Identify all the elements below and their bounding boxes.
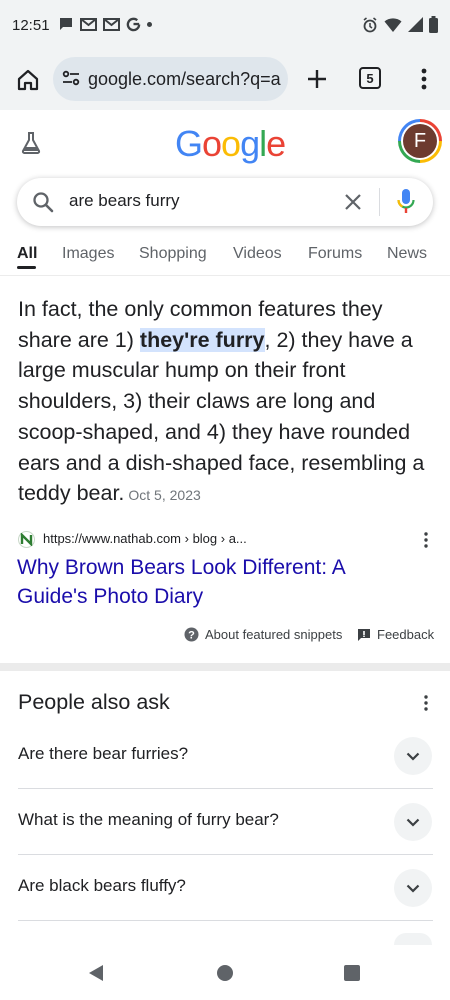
about-label: About featured snippets: [205, 627, 343, 642]
chat-icon: [60, 18, 72, 30]
tab-switcher-button[interactable]: 5: [359, 67, 381, 89]
svg-text:?: ?: [188, 630, 195, 642]
paa-question: What is the meaning of furry bear?: [18, 810, 279, 829]
new-tab-button[interactable]: [300, 62, 334, 96]
more-vert-icon: [424, 532, 428, 548]
logo-letter: o: [202, 123, 222, 164]
help-icon: ?: [184, 627, 199, 642]
home-button[interactable]: [12, 64, 44, 96]
paa-question: Are black bears fluffy?: [18, 876, 186, 895]
dot-icon: [147, 21, 152, 27]
paa-question-row[interactable]: Are there bear furries?: [18, 723, 433, 789]
gmail-icon: [103, 18, 120, 31]
paa-question-row[interactable]: What is the meaning of furry bear?: [18, 789, 433, 855]
logo-letter: g: [240, 123, 260, 164]
avatar-border: F: [401, 122, 439, 160]
nathab-logo-icon: [20, 533, 33, 546]
recents-icon[interactable]: [344, 965, 360, 981]
account-button[interactable]: F: [398, 119, 442, 163]
home-icon: [17, 69, 39, 91]
result-title-link[interactable]: Why Brown Bears Look Different: A Guide'…: [17, 553, 417, 611]
featured-snippet-text: In fact, the only common features they s…: [18, 294, 438, 511]
paa-question: Are there bear furries?: [18, 744, 189, 763]
search-tabs: All Images Shopping Videos Forums News: [0, 236, 450, 276]
notification-icons: [58, 16, 152, 32]
paa-question-row[interactable]: Are black bears fluffy?: [18, 855, 433, 921]
active-tab-indicator: [17, 266, 36, 269]
tab-images[interactable]: Images: [62, 245, 114, 263]
mic-icon: [397, 189, 415, 213]
tab-videos[interactable]: Videos: [233, 245, 282, 263]
battery-icon: [429, 16, 438, 33]
search-box[interactable]: are bears furry: [17, 178, 433, 226]
feedback-label: Feedback: [377, 627, 435, 642]
system-icons: [362, 16, 438, 33]
tab-news[interactable]: News: [387, 245, 427, 263]
snippet-highlight: they're furry: [139, 327, 265, 352]
people-also-ask-title: People also ask: [18, 690, 170, 714]
voice-search-button[interactable]: [393, 188, 419, 216]
status-bar: 12:51: [0, 0, 450, 52]
home-nav-icon[interactable]: [217, 965, 233, 981]
google-logo: Google: [175, 123, 286, 165]
tab-all[interactable]: All: [17, 245, 37, 263]
logo-letter: G: [175, 123, 203, 164]
alarm-icon: [363, 16, 377, 32]
search-divider: [379, 188, 380, 216]
gmail-icon: [80, 18, 97, 31]
tab-shopping[interactable]: Shopping: [139, 245, 207, 263]
system-nav-bar: [0, 946, 450, 1000]
section-divider: [0, 663, 450, 671]
feedback-icon: [358, 628, 370, 641]
status-time: 12:51: [12, 17, 50, 34]
search-icon: [33, 192, 54, 213]
search-labs-button[interactable]: [16, 128, 46, 158]
feedback-link[interactable]: Feedback: [357, 627, 434, 642]
address-bar[interactable]: google.com/search?q=a: [53, 57, 288, 101]
expand-button[interactable]: [394, 869, 432, 907]
about-featured-snippets-link[interactable]: ? About featured snippets: [184, 627, 342, 642]
source-url[interactable]: https://www.nathab.com › blog › a...: [43, 531, 247, 546]
close-icon: [345, 194, 361, 210]
result-more-button[interactable]: [418, 530, 434, 550]
avatar: F: [403, 124, 437, 158]
browser-menu-button[interactable]: [410, 62, 438, 96]
chevron-down-icon: [406, 884, 420, 893]
more-vert-icon: [421, 68, 427, 90]
signal-icon: [408, 17, 423, 32]
search-input[interactable]: are bears furry: [69, 191, 180, 211]
browser-toolbar: google.com/search?q=a 5: [0, 52, 450, 110]
snippet-footer: ? About featured snippets Feedback: [0, 627, 450, 647]
site-favicon: [18, 531, 35, 548]
clear-search-button[interactable]: [341, 190, 365, 214]
next-expand-button-partial: [394, 933, 432, 945]
more-vert-icon: [424, 695, 428, 711]
chevron-down-icon: [406, 752, 420, 761]
expand-button[interactable]: [394, 803, 432, 841]
snippet-text-after: , 2) they have a large muscular hump on …: [18, 327, 425, 506]
logo-letter: o: [221, 123, 241, 164]
logo-letter: e: [266, 123, 286, 164]
tab-forums[interactable]: Forums: [308, 245, 362, 263]
snippet-source[interactable]: https://www.nathab.com › blog › a...: [18, 530, 438, 550]
url-text: google.com/search?q=a: [88, 69, 281, 89]
site-settings-icon[interactable]: [61, 68, 81, 88]
google-icon: [126, 17, 141, 31]
back-icon[interactable]: [88, 964, 104, 982]
plus-icon: [308, 70, 326, 88]
snippet-date: Oct 5, 2023: [128, 487, 201, 504]
expand-button[interactable]: [394, 737, 432, 775]
flask-icon: [21, 132, 41, 154]
chevron-down-icon: [406, 818, 420, 827]
wifi-icon: [384, 17, 402, 32]
paa-more-button[interactable]: [418, 693, 434, 713]
